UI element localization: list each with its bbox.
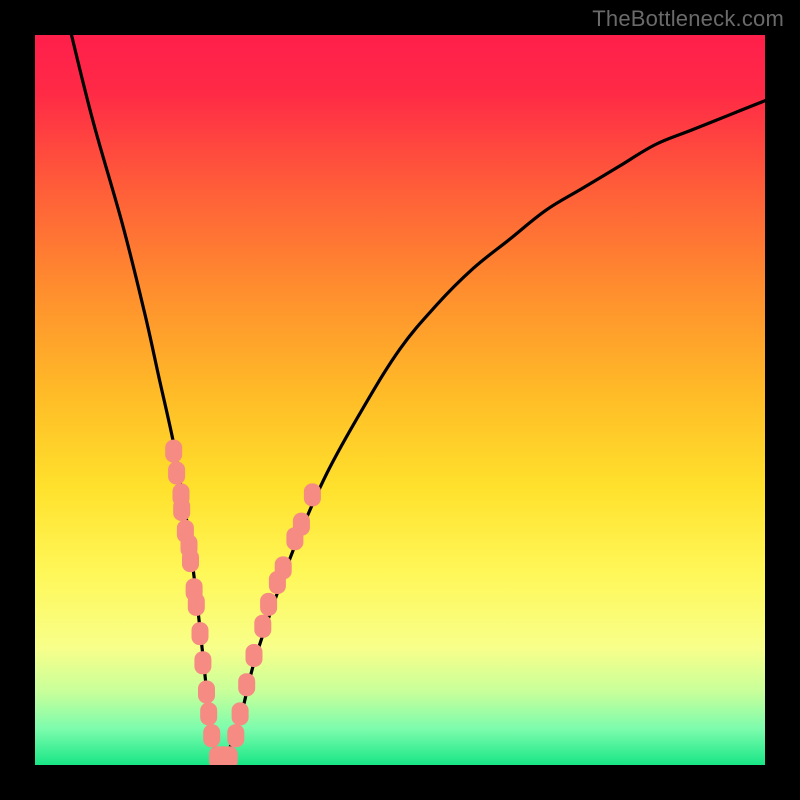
scatter-point: [203, 724, 220, 747]
scatter-point: [221, 746, 238, 765]
scatter-point: [198, 681, 215, 704]
scatter-point: [165, 440, 182, 463]
scatter-point: [200, 702, 217, 725]
scatter-point: [260, 593, 277, 616]
scatter-point: [188, 593, 205, 616]
scatter-point: [246, 644, 263, 667]
scatter-point: [173, 498, 190, 521]
scatter-point: [293, 513, 310, 536]
scatter-point: [304, 483, 321, 506]
scatter-point: [254, 615, 271, 638]
curve-layer: [35, 35, 765, 765]
scatter-point: [238, 673, 255, 696]
scatter-point: [194, 651, 211, 674]
watermark-text: TheBottleneck.com: [592, 6, 784, 32]
scatter-point: [192, 622, 209, 645]
scatter-point: [232, 702, 249, 725]
chart-frame: TheBottleneck.com: [0, 0, 800, 800]
highlighted-points: [165, 440, 321, 765]
bottleneck-curve: [72, 35, 766, 763]
plot-area: [35, 35, 765, 765]
scatter-point: [275, 556, 292, 579]
scatter-point: [227, 724, 244, 747]
scatter-point: [168, 462, 185, 485]
scatter-point: [182, 549, 199, 572]
